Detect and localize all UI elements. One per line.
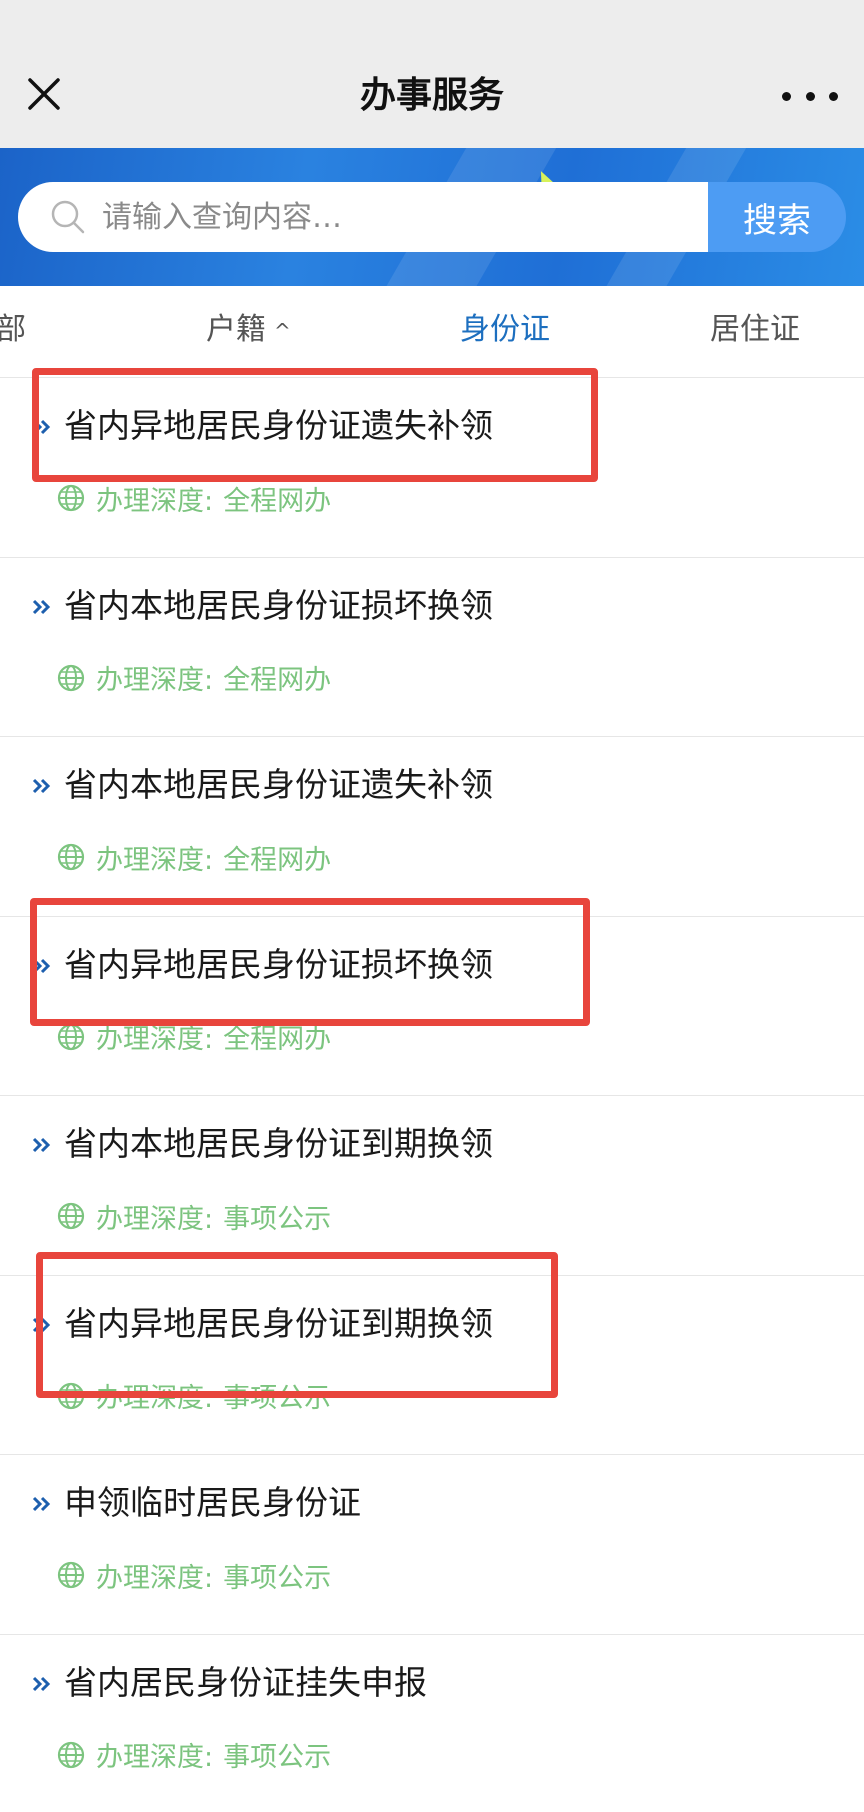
meta-value: 全程网办	[223, 485, 332, 517]
double-chevron-icon	[32, 1676, 51, 1691]
tab-label: 身份证	[460, 312, 550, 347]
search-box[interactable]	[18, 182, 708, 252]
list-item[interactable]: 省内异地居民身份证损坏换领 办理深度: 全程网办	[0, 917, 864, 1096]
item-title: 省内本地居民身份证损坏换领	[64, 585, 493, 625]
meta-value: 全程网办	[223, 844, 332, 876]
item-title: 省内本地居民身份证到期换领	[64, 1124, 493, 1163]
item-meta: 办理深度: 事项公示	[56, 1557, 332, 1594]
meta-value: 全程网办	[223, 1024, 332, 1055]
more-dot	[805, 91, 815, 101]
tab-residence-permit[interactable]: 居住证	[710, 310, 800, 350]
search-icon	[51, 200, 85, 234]
search-banner: 搜索	[0, 148, 864, 286]
meta-value: 全程网办	[223, 665, 332, 696]
double-chevron-icon	[32, 1137, 51, 1153]
globe-icon	[57, 1023, 85, 1050]
double-chevron-icon	[32, 419, 51, 435]
meta-label: 办理深度:	[96, 844, 214, 876]
meta-label: 办理深度:	[96, 1383, 214, 1414]
page-title: 办事服务	[359, 75, 504, 116]
globe-icon	[57, 664, 85, 691]
meta-label: 办理深度:	[96, 1024, 214, 1055]
item-title: 省内异地居民身份证遗失补领	[64, 406, 493, 445]
list-item[interactable]: 省内本地居民身份证损坏换领 办理深度: 全程网办	[0, 558, 864, 737]
meta-value: 事项公示	[223, 1562, 332, 1594]
globe-icon	[57, 484, 85, 512]
list-item[interactable]: 省内居民身份证挂失申报 办理深度: 事项公示	[0, 1635, 864, 1812]
meta-value: 事项公示	[223, 1742, 332, 1773]
top-bar: 办事服务	[0, 0, 864, 148]
tab-label: 户籍	[206, 312, 266, 347]
globe-icon	[57, 1382, 85, 1409]
meta-label: 办理深度:	[96, 665, 214, 696]
list-item[interactable]: 省内本地居民身份证到期换领 办理深度: 事项公示	[0, 1096, 864, 1276]
meta-label: 办理深度:	[96, 1742, 214, 1773]
meta-label: 办理深度:	[96, 1203, 214, 1235]
tab-label: 部	[0, 312, 26, 347]
more-dot	[829, 91, 838, 101]
item-meta: 办理深度: 全程网办	[56, 839, 332, 876]
list-item[interactable]: 申领临时居民身份证 办理深度: 事项公示	[0, 1455, 864, 1635]
category-tabs: 部 户籍 ^ 身份证 居住证	[0, 286, 864, 378]
item-title: 省内异地居民身份证损坏换领	[64, 944, 493, 984]
item-title: 申领临时居民身份证	[64, 1483, 361, 1522]
item-title: 省内居民身份证挂失申报	[64, 1662, 427, 1702]
chevron-up-icon: ^	[274, 318, 291, 343]
tab-household-registration[interactable]: 户籍 ^	[206, 310, 291, 351]
list-item[interactable]: 省内异地居民身份证到期换领 办理深度: 事项公示	[0, 1276, 864, 1455]
search-button[interactable]: 搜索	[708, 182, 846, 252]
search-input[interactable]	[102, 199, 662, 235]
double-chevron-icon	[32, 958, 51, 973]
meta-value: 事项公示	[223, 1203, 332, 1235]
item-meta: 办理深度: 事项公示	[56, 1737, 331, 1773]
item-title: 省内本地居民身份证遗失补领	[64, 765, 493, 804]
item-meta: 办理深度: 全程网办	[56, 480, 332, 517]
item-title: 省内异地居民身份证到期换领	[64, 1303, 493, 1343]
more-button[interactable]	[782, 74, 838, 118]
item-meta: 办理深度: 事项公示	[56, 1198, 332, 1235]
tab-label: 居住证	[710, 312, 800, 347]
item-meta: 办理深度: 事项公示	[56, 1378, 331, 1414]
globe-icon	[57, 843, 85, 871]
double-chevron-icon	[32, 1496, 51, 1512]
service-list: 省内异地居民身份证遗失补领 办理深度: 全程网办 省内本地居民身份证损坏换领 办理…	[0, 378, 864, 1812]
globe-icon	[57, 1741, 85, 1768]
globe-icon	[57, 1561, 85, 1589]
double-chevron-icon	[32, 599, 51, 614]
meta-label: 办理深度:	[96, 485, 214, 517]
globe-icon	[57, 1202, 85, 1230]
more-dots-icon	[782, 91, 791, 101]
item-meta: 办理深度: 全程网办	[56, 660, 331, 696]
item-meta: 办理深度: 全程网办	[56, 1019, 331, 1055]
list-item[interactable]: 省内本地居民身份证遗失补领 办理深度: 全程网办	[0, 737, 864, 917]
tab-all[interactable]: 部	[0, 310, 26, 350]
list-item[interactable]: 省内异地居民身份证遗失补领 办理深度: 全程网办	[0, 378, 864, 558]
double-chevron-icon	[32, 778, 51, 794]
double-chevron-icon	[32, 1317, 51, 1332]
meta-label: 办理深度:	[96, 1562, 214, 1594]
meta-value: 事项公示	[223, 1383, 332, 1414]
tab-id-card[interactable]: 身份证	[460, 310, 550, 350]
